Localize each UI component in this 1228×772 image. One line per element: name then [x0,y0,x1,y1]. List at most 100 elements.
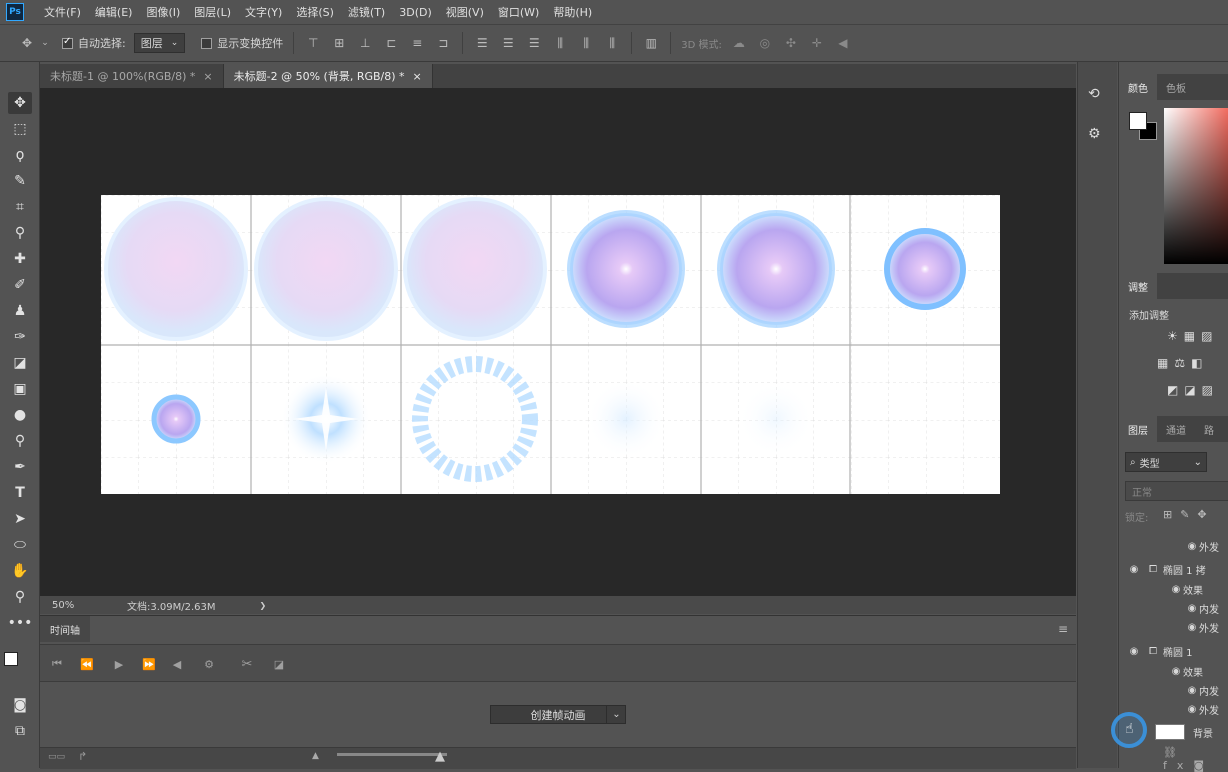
show-transform-checkbox[interactable] [201,37,213,49]
distribute-left-icon[interactable]: ⫼ [551,34,569,52]
next-frame-icon[interactable]: ⏩ [140,655,158,673]
brush-tool-icon[interactable]: ✐ [8,274,32,296]
gradient-tool-icon[interactable]: ▣ [8,378,32,400]
type-tool-icon[interactable]: T [8,482,32,504]
settings-gear-icon[interactable]: ⚙ [200,655,218,673]
tab-color[interactable]: 颜色 [1119,74,1157,100]
chevron-right-icon[interactable]: ❯ [260,601,267,610]
eye-icon[interactable]: ◉ [1185,685,1199,696]
align-hcenter-icon[interactable]: ≡ [408,34,426,52]
history-brush-tool-icon[interactable]: ✑ [8,326,32,348]
distribute-right-icon[interactable]: ⫼ [603,34,621,52]
show-transform-option[interactable]: 显示变换控件 [201,35,283,51]
split-scissors-icon[interactable]: ✂ [238,655,256,673]
layer-effect-row[interactable]: ◉ 外发 [1119,617,1228,637]
document-canvas[interactable] [101,195,1000,494]
layer-footer-icons[interactable]: ⛓fx◙ [1163,746,1228,772]
blur-tool-icon[interactable]: ● [8,404,32,426]
pen-tool-icon[interactable]: ✒ [8,456,32,478]
roll-3d-icon[interactable]: ◎ [756,34,774,52]
eye-icon[interactable]: ◉ [1127,564,1141,575]
eye-icon[interactable]: ◉ [1185,541,1199,552]
hand-tool-icon[interactable]: ✋ [8,560,32,582]
layer-effects-row[interactable]: ◉ 效果 [1119,579,1228,599]
eye-icon[interactable]: ◉ [1185,622,1199,633]
adjustment-icons-row-3[interactable]: ◩◪▨ [1167,383,1219,397]
tab-layers[interactable]: 图层 [1119,416,1157,442]
path-select-tool-icon[interactable]: ➤ [8,508,32,530]
auto-select-dropdown[interactable]: 图层 ⌄ [133,33,186,53]
eye-icon[interactable]: ◉ [1127,646,1141,657]
layer-filter-dropdown[interactable]: ⌕ 类型 ⌄ [1125,452,1207,472]
tab-channels[interactable]: 通道 [1157,416,1195,442]
play-icon[interactable]: ▶ [110,655,128,673]
adjustment-icons-row-1[interactable]: ☀▦▨ [1167,329,1218,343]
auto-align-icon[interactable]: ▥ [642,34,660,52]
tab-paths[interactable]: 路 [1195,416,1223,442]
chevron-down-icon[interactable]: ⌄ [606,705,626,724]
align-bottom-icon[interactable]: ⊥ [356,34,374,52]
orbit-3d-icon[interactable]: ☁ [730,34,748,52]
properties-icon[interactable]: ⚙ [1088,126,1101,142]
tab-adjustments[interactable]: 调整 [1119,273,1157,299]
tab-document-1[interactable]: 未标题-1 @ 100%(RGB/8) * × [40,64,224,88]
drag-3d-icon[interactable]: ✣ [782,34,800,52]
menu-select[interactable]: 选择(S) [296,4,334,20]
timeline-zoom-slider[interactable] [337,753,447,756]
foreground-color-swatch[interactable] [4,652,18,666]
distribute-hcenter-icon[interactable]: ⫼ [577,34,595,52]
align-top-icon[interactable]: ⊤ [304,34,322,52]
slide-3d-icon[interactable]: ✛ [808,34,826,52]
convert-arrow-icon[interactable]: ↱ [78,750,87,763]
close-icon[interactable]: × [203,70,212,83]
quick-mask-icon[interactable]: ◙ [8,694,32,716]
align-right-icon[interactable]: ⊐ [434,34,452,52]
distribute-bottom-icon[interactable]: ☰ [525,34,543,52]
chevron-down-icon[interactable]: ⌄ [36,34,54,52]
lasso-tool-icon[interactable]: ϙ [8,144,32,166]
eye-icon[interactable]: ◉ [1185,603,1199,614]
marquee-tool-icon[interactable]: ⬚ [8,118,32,140]
menu-view[interactable]: 视图(V) [446,4,484,20]
tab-document-2[interactable]: 未标题-2 @ 50% (背景, RGB/8) * × [223,64,433,88]
move-tool-preset-icon[interactable]: ✥ [18,34,36,52]
dodge-tool-icon[interactable]: ⚲ [8,430,32,452]
menu-layer[interactable]: 图层(L) [194,4,231,20]
close-icon[interactable]: × [413,70,422,83]
layer-row-ellipse[interactable]: ◉ ⧠ 椭圆 1 [1119,641,1228,661]
menu-window[interactable]: 窗口(W) [498,4,539,20]
zoom-out-mountain-icon[interactable]: ▲ [312,751,319,761]
layer-effects-row[interactable]: ◉ 效果 [1119,661,1228,681]
tab-timeline[interactable]: 时间轴 [40,616,90,642]
auto-select-option[interactable]: 自动选择: [62,35,126,51]
adjustment-icons-row-2[interactable]: ▦⚖◧ [1157,356,1208,370]
distribute-top-icon[interactable]: ☰ [473,34,491,52]
blend-mode-dropdown[interactable]: 正常 [1125,481,1228,501]
crop-tool-icon[interactable]: ⌗ [8,196,32,218]
eye-icon[interactable]: ◉ [1169,584,1183,595]
layer-row-ellipse-copy[interactable]: ◉ ⧠ 椭圆 1 拷 [1119,559,1228,579]
menu-filter[interactable]: 滤镜(T) [348,4,385,20]
eye-icon[interactable]: ◉ [1169,666,1183,677]
quick-select-tool-icon[interactable]: ✎ [8,170,32,192]
align-vcenter-icon[interactable]: ⊞ [330,34,348,52]
frames-icon[interactable]: ▭▭ [48,752,65,762]
stamp-tool-icon[interactable]: ♟ [8,300,32,322]
zoom-tool-icon[interactable]: ⚲ [8,586,32,608]
foreground-color-chip[interactable] [1129,112,1147,130]
photoshop-logo[interactable]: Ps [6,3,24,21]
healing-brush-tool-icon[interactable]: ✚ [8,248,32,270]
align-left-icon[interactable]: ⊏ [382,34,400,52]
layer-effect-row[interactable]: ◉ 外发 [1119,536,1228,556]
auto-select-checkbox[interactable] [62,36,73,49]
first-frame-icon[interactable]: ⏮ [48,655,66,673]
layer-effect-row[interactable]: ◉ 内发 [1119,680,1228,700]
menu-edit[interactable]: 编辑(E) [95,4,133,20]
eye-icon[interactable]: ◉ [1185,704,1199,715]
history-icon[interactable]: ⟲ [1088,86,1100,102]
canvas-area[interactable] [40,88,1076,596]
audio-icon[interactable]: ◀ [168,655,186,673]
move-tool-icon[interactable]: ✥ [8,92,32,114]
lock-icons[interactable]: ⊞✎✥ [1163,508,1215,521]
menu-file[interactable]: 文件(F) [44,4,81,20]
